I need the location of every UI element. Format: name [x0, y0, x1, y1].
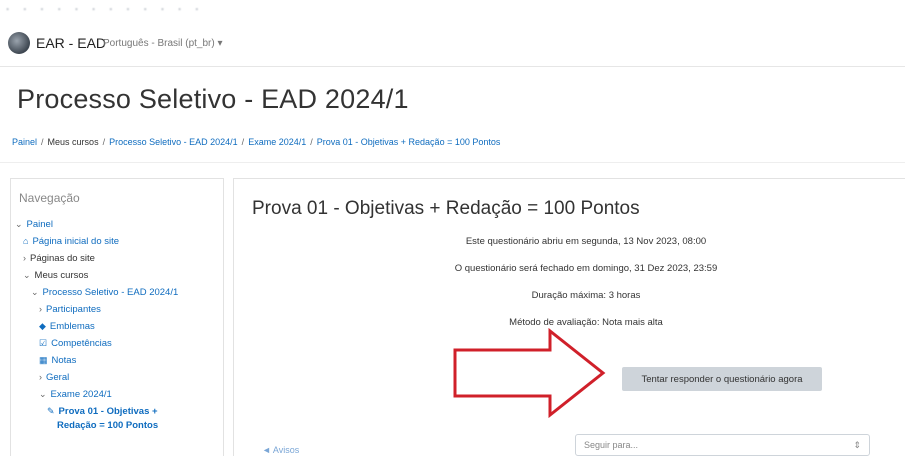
nav-item-label[interactable]: Competências: [51, 338, 112, 349]
quiz-closes-info: O questionário será fechado em domingo, …: [454, 263, 718, 274]
chevron-down-icon: ⌄: [39, 389, 47, 399]
chevron-right-icon: ›: [39, 304, 42, 314]
attempt-quiz-button[interactable]: Tentar responder o questionário agora: [622, 367, 822, 391]
previous-activity-link[interactable]: ◄ Avisos: [262, 445, 299, 455]
breadcrumb-separator: /: [41, 137, 44, 147]
nav-item-label[interactable]: Processo Seletivo - EAD 2024/1: [43, 287, 179, 298]
nav-item-label[interactable]: Painel: [27, 219, 53, 230]
nav-item-participants[interactable]: › Participantes: [39, 304, 101, 315]
nav-item-course[interactable]: ⌄ Processo Seletivo - EAD 2024/1: [31, 287, 178, 298]
site-logo-icon[interactable]: [8, 32, 30, 54]
nav-item-label[interactable]: Página inicial do site: [32, 236, 119, 247]
nav-item-label[interactable]: Páginas do site: [30, 253, 95, 264]
quiz-icon: ✎: [47, 406, 55, 416]
select-arrows-icon: ⇕: [853, 439, 861, 450]
quiz-time-limit: Duração máxima: 3 horas: [531, 290, 641, 301]
nav-item-label[interactable]: Redação = 100 Pontos: [57, 420, 158, 431]
breadcrumb-my-courses[interactable]: Meus cursos: [48, 137, 99, 147]
header-divider: [0, 162, 905, 163]
nav-item-label[interactable]: Geral: [46, 372, 69, 383]
navigation-block: Navegação ⌄ Painel ⌂ Página inicial do sit…: [10, 178, 224, 456]
chevron-down-icon: ⌄: [15, 219, 23, 229]
home-icon: ⌂: [23, 236, 29, 246]
main-content: Prova 01 - Objetivas + Redação = 100 Pon…: [233, 178, 905, 456]
nav-item-label[interactable]: Prova 01 - Objetivas +: [59, 406, 158, 417]
breadcrumb-separator: /: [102, 137, 106, 147]
nav-item-label[interactable]: Emblemas: [50, 321, 95, 332]
nav-item-site-pages[interactable]: › Páginas do site: [23, 253, 95, 264]
nav-item-exam[interactable]: ⌄ Exame 2024/1: [39, 389, 112, 400]
red-outline-arrow-icon: [453, 328, 606, 418]
quiz-grading-method: Método de avaliação: Nota mais alta: [509, 317, 663, 328]
site-name[interactable]: EAR - EAD: [36, 35, 106, 51]
navigation-title: Navegação: [19, 191, 80, 205]
quiz-title: Prova 01 - Objetivas + Redação = 100 Pon…: [252, 198, 640, 219]
breadcrumb-separator: /: [310, 137, 313, 147]
nav-item-current-quiz[interactable]: ✎ Prova 01 - Objetivas +: [47, 406, 158, 417]
nav-item-badges[interactable]: ◆ Emblemas: [39, 321, 95, 332]
nav-item-competencies[interactable]: ☑ Competências: [39, 338, 112, 349]
nav-item-current-quiz-line2[interactable]: Redação = 100 Pontos: [57, 420, 158, 431]
checkbox-icon: ☑: [39, 338, 48, 348]
breadcrumb-separator: /: [241, 137, 245, 147]
nav-item-label[interactable]: Notas: [52, 355, 77, 366]
bookmarks-bar: [0, 0, 905, 18]
table-icon: ▦: [39, 355, 48, 365]
nav-item-general[interactable]: › Geral: [39, 372, 69, 383]
breadcrumb-quiz[interactable]: Prova 01 - Objetivas + Redação = 100 Pon…: [317, 137, 501, 147]
page-title: Processo Seletivo - EAD 2024/1: [17, 84, 409, 114]
quiz-opened-info: Este questionário abriu em segunda, 13 N…: [465, 236, 707, 247]
breadcrumb-course[interactable]: Processo Seletivo - EAD 2024/1: [109, 137, 238, 147]
breadcrumb: Painel / Meus cursos / Processo Seletivo - E…: [12, 137, 500, 147]
chevron-right-icon: ›: [23, 253, 26, 263]
breadcrumb-exam[interactable]: Exame 2024/1: [248, 137, 306, 147]
nav-item-label[interactable]: Exame 2024/1: [51, 389, 112, 400]
breadcrumb-painel[interactable]: Painel: [12, 137, 37, 147]
nav-item-home[interactable]: ⌂ Página inicial do site: [23, 236, 119, 247]
top-navbar: EAR - EAD Português - Brasil (pt_br) ▾: [0, 22, 905, 67]
shield-icon: ◆: [39, 321, 46, 331]
chevron-down-icon: ⌄: [31, 287, 39, 297]
nav-item-my-courses[interactable]: ⌄ Meus cursos: [23, 270, 88, 281]
language-menu[interactable]: Português - Brasil (pt_br) ▾: [103, 38, 223, 49]
nav-item-label[interactable]: Meus cursos: [35, 270, 89, 281]
nav-item-grades[interactable]: ▦ Notas: [39, 355, 76, 366]
nav-item-label[interactable]: Participantes: [46, 304, 101, 315]
chevron-down-icon: ⌄: [23, 270, 31, 280]
nav-item-painel[interactable]: ⌄ Painel: [15, 219, 53, 230]
jump-to-placeholder: Seguir para...: [584, 440, 639, 450]
chevron-right-icon: ›: [39, 372, 42, 382]
jump-to-select[interactable]: Seguir para... ⇕: [575, 434, 870, 456]
